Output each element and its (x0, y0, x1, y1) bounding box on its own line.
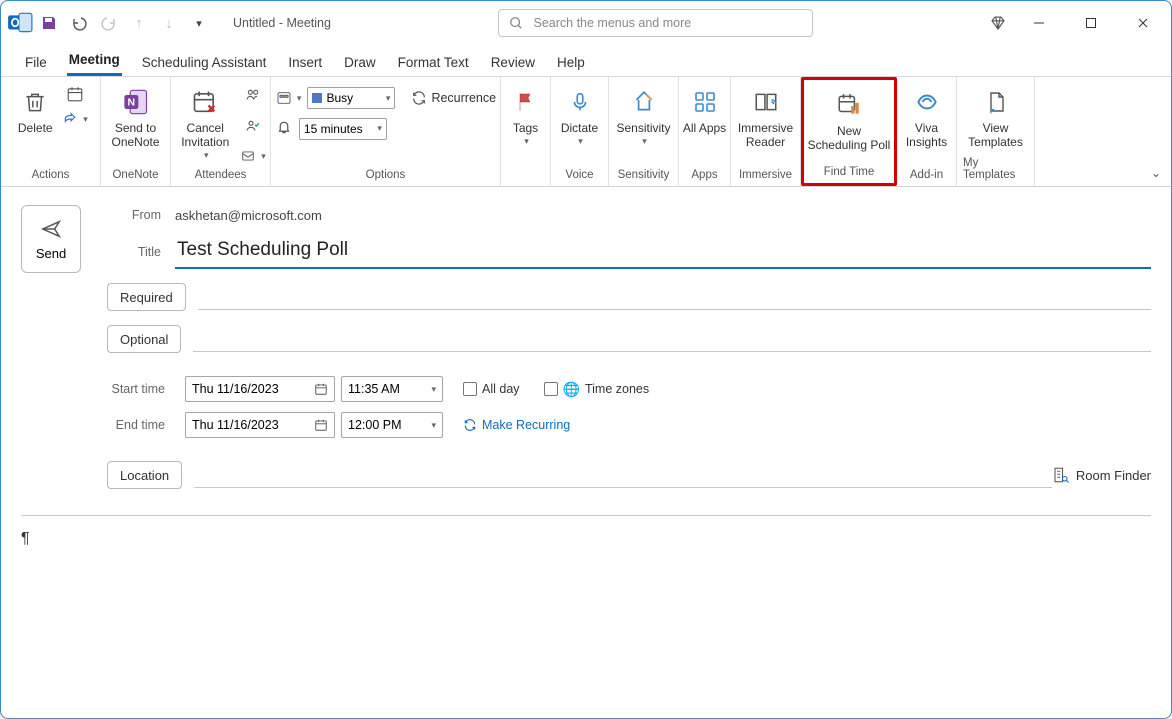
dictate-button[interactable]: Dictate ▾ (556, 83, 604, 146)
group-label-sensitivity: Sensitivity (618, 167, 670, 184)
group-label-attendees: Attendees (195, 167, 247, 184)
group-label-immersive: Immersive (739, 167, 792, 184)
from-label: From (97, 208, 175, 222)
apps-icon (688, 85, 722, 119)
outlook-meeting-window: ↑ ↓ ▾ Untitled - Meeting Search the menu… (0, 0, 1172, 719)
find-time-group: New Scheduling Poll Find Time (801, 77, 897, 186)
cancel-invitation-button[interactable]: Cancel Invitation ▾ (175, 83, 235, 160)
coming-soon-icon[interactable] (981, 8, 1015, 38)
optional-button[interactable]: Optional (107, 325, 181, 353)
start-time-picker[interactable]: 11:35 AM▾ (341, 376, 443, 402)
ribbon-collapse-icon[interactable]: ⌄ (1151, 166, 1161, 180)
group-label-options: Options (366, 167, 406, 184)
tab-insert[interactable]: Insert (286, 55, 324, 76)
view-templates-button[interactable]: View Templates (964, 83, 1028, 150)
room-finder-button[interactable]: Room Finder (1052, 466, 1151, 484)
group-label-apps: Apps (691, 167, 717, 184)
save-icon[interactable] (38, 12, 60, 34)
outlook-icon (7, 10, 33, 36)
start-time-label: Start time (107, 382, 179, 396)
tags-button[interactable]: Tags ▾ (505, 83, 547, 146)
svg-text:N: N (127, 97, 135, 109)
search-placeholder: Search the menus and more (533, 16, 691, 30)
qat-customize-icon[interactable]: ▾ (188, 12, 210, 34)
message-body[interactable]: ¶ (21, 515, 1151, 548)
title-label: Title (97, 245, 175, 259)
scheduling-poll-icon (832, 88, 866, 122)
ribbon: Delete ▾ Actions N Send to OneNote OneNo… (1, 77, 1171, 187)
delete-button[interactable]: Delete (13, 83, 57, 136)
group-label-my-templates: My Templates (963, 155, 1028, 184)
recurrence-button[interactable]: Recurrence (411, 90, 496, 106)
undo-icon[interactable] (68, 12, 90, 34)
end-date-picker[interactable]: Thu 11/16/2023 (185, 412, 335, 438)
forward-small-button[interactable]: ▾ (61, 112, 88, 126)
tabstrip: File Meeting Scheduling Assistant Insert… (1, 45, 1171, 77)
location-field[interactable] (194, 462, 1052, 488)
search-input[interactable]: Search the menus and more (498, 9, 813, 37)
viva-insights-button[interactable]: Viva Insights (901, 83, 953, 150)
tab-review[interactable]: Review (489, 55, 537, 76)
required-field[interactable] (198, 284, 1151, 310)
send-to-onenote-button[interactable]: N Send to OneNote (106, 83, 166, 150)
tab-scheduling-assistant[interactable]: Scheduling Assistant (140, 55, 269, 76)
time-zones-checkbox[interactable]: 🌐Time zones (544, 381, 650, 398)
location-button[interactable]: Location (107, 461, 182, 489)
onenote-icon: N (119, 85, 153, 119)
tab-format-text[interactable]: Format Text (396, 55, 471, 76)
show-as-color-button[interactable]: ▾ (275, 90, 302, 106)
tab-file[interactable]: File (23, 55, 49, 76)
send-button[interactable]: Send (21, 205, 81, 273)
end-time-label: End time (107, 418, 179, 432)
reminder-icon (275, 117, 293, 140)
viva-icon (910, 85, 944, 119)
all-day-checkbox[interactable]: All day (463, 382, 520, 396)
group-label-voice: Voice (565, 167, 593, 184)
previous-item-icon[interactable]: ↑ (128, 12, 150, 34)
templates-icon (979, 85, 1013, 119)
close-button[interactable] (1121, 8, 1165, 38)
sensitivity-button[interactable]: Sensitivity ▾ (614, 83, 674, 146)
group-label-actions: Actions (32, 167, 70, 184)
optional-field[interactable] (193, 326, 1151, 352)
required-button[interactable]: Required (107, 283, 186, 311)
group-label-onenote: OneNote (112, 167, 158, 184)
end-time-picker[interactable]: 12:00 PM▾ (341, 412, 443, 438)
immersive-reader-icon (749, 85, 783, 119)
tab-help[interactable]: Help (555, 55, 587, 76)
sensitivity-icon (627, 85, 661, 119)
minimize-button[interactable] (1017, 8, 1061, 38)
group-label-find-time: Find Time (824, 164, 875, 181)
form-area: Send From askhetan@microsoft.com Title R… (1, 187, 1171, 718)
tab-draw[interactable]: Draw (342, 55, 378, 76)
immersive-reader-button[interactable]: Immersive Reader (736, 83, 796, 150)
microphone-icon (563, 85, 597, 119)
check-names-icon[interactable] (244, 118, 262, 139)
make-recurring-button[interactable]: Make Recurring (463, 418, 570, 432)
next-item-icon[interactable]: ↓ (158, 12, 180, 34)
from-value: askhetan@microsoft.com (175, 208, 322, 223)
pilcrow-marker: ¶ (21, 530, 30, 547)
start-date-picker[interactable]: Thu 11/16/2023 (185, 376, 335, 402)
reminder-select[interactable]: 15 minutes ▾ (299, 118, 387, 140)
trash-icon (18, 85, 52, 119)
calendar-small-icon[interactable] (66, 85, 84, 108)
maximize-button[interactable] (1069, 8, 1113, 38)
cancel-invitation-icon (188, 85, 222, 119)
redo-icon[interactable] (98, 12, 120, 34)
new-scheduling-poll-button[interactable]: New Scheduling Poll (806, 86, 892, 153)
show-as-select[interactable]: Busy ▾ (307, 87, 395, 109)
tab-meeting[interactable]: Meeting (67, 52, 122, 76)
address-book-icon[interactable] (244, 87, 262, 108)
window-title: Untitled - Meeting (233, 16, 331, 30)
response-options-icon[interactable]: ▾ (239, 149, 266, 163)
all-apps-button[interactable]: All Apps (683, 83, 727, 136)
flag-icon (509, 85, 543, 119)
titlebar: ↑ ↓ ▾ Untitled - Meeting Search the menu… (1, 1, 1171, 45)
title-input[interactable] (175, 235, 1151, 269)
group-label-addin: Add-in (910, 167, 943, 184)
